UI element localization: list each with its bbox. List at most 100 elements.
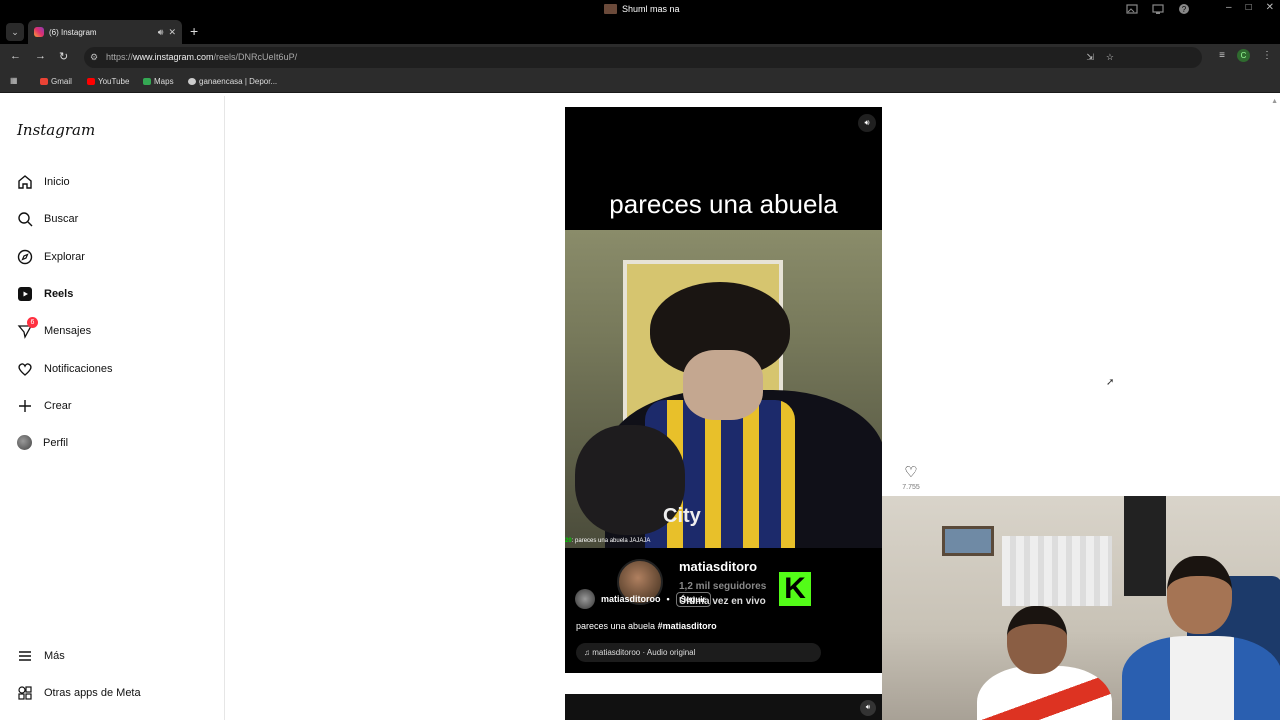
sidebar-item-label: Perfil xyxy=(43,436,69,449)
close-window-button[interactable]: ✕ xyxy=(1266,2,1274,13)
author-avatar[interactable] xyxy=(575,589,595,609)
bookmark-youtube[interactable]: YouTube xyxy=(87,77,129,86)
instagram-favicon-icon xyxy=(34,27,44,37)
sidebar-item-reels[interactable]: Reels xyxy=(17,286,73,302)
sidebar-item-label: Otras apps de Meta xyxy=(44,687,141,699)
url-host: www.instagram.com xyxy=(133,52,214,62)
sidebar-item-crear[interactable]: Crear xyxy=(17,398,72,414)
browser-toolbar: ← → ↻ ⚙︎ https://www.instagram.com/reels… xyxy=(0,44,1280,71)
titlebar-tools: ? xyxy=(1126,3,1190,15)
sidebar-item-label: Mensajes xyxy=(44,325,92,337)
bookmark-label: Maps xyxy=(154,77,174,86)
bookmark-ganaencasa[interactable]: ganaencasa | Depor... xyxy=(188,77,277,86)
url-path: /reels/DNRcUeIt6uP/ xyxy=(213,52,298,62)
audio-pill[interactable]: ♫ matiasditoroo · Audio original xyxy=(576,643,821,662)
instagram-logo[interactable]: Instagram xyxy=(17,121,95,139)
sidebar-item-label: Inicio xyxy=(44,176,70,188)
tab-close-icon[interactable]: ✕ xyxy=(168,27,176,38)
tab-title: (6) Instagram xyxy=(49,27,97,37)
home-icon xyxy=(17,174,33,190)
youtube-icon xyxy=(87,78,95,85)
like-heart-icon[interactable]: ♡ xyxy=(902,463,920,481)
apps-icon xyxy=(17,685,33,701)
tab-instagram[interactable]: (6) Instagram 🔊︎ ✕ xyxy=(28,20,182,44)
reel-player[interactable]: 🔊︎ pareces una abuela City 20: pareces u… xyxy=(565,107,882,673)
address-bar[interactable]: ⚙︎ https://www.instagram.com/reels/DNRcU… xyxy=(84,47,1202,68)
instagram-sidebar: Instagram Inicio Buscar Explorar Reels 6… xyxy=(0,96,225,720)
sidebar-item-notificaciones[interactable]: Notificaciones xyxy=(17,361,112,377)
follow-button[interactable]: Seguir xyxy=(675,591,711,607)
sidebar-item-label: Más xyxy=(44,650,65,662)
like-count: 7.755 xyxy=(902,484,920,491)
webcam-overlay xyxy=(882,496,1280,720)
notification-badge: 6 xyxy=(27,317,38,328)
sidebar-item-otras-apps[interactable]: Otras apps de Meta xyxy=(17,685,141,701)
globe-icon xyxy=(188,78,196,85)
person-left-shirt xyxy=(977,666,1112,720)
search-icon xyxy=(17,211,33,227)
avatar xyxy=(17,435,32,450)
volume-icon[interactable]: 🔊︎ xyxy=(858,114,876,132)
bookmark-star-icon[interactable]: ☆ xyxy=(1106,47,1114,68)
sidebar-item-mensajes[interactable]: 6 Mensajes xyxy=(17,317,92,339)
sidebar-item-perfil[interactable]: Perfil xyxy=(17,435,68,450)
stream-chat-line: 20: pareces una abuela JAJAJA xyxy=(565,538,650,544)
install-app-icon[interactable]: ⇲ xyxy=(1086,47,1094,68)
sidebar-item-inicio[interactable]: Inicio xyxy=(17,174,70,190)
sidebar-item-label: Crear xyxy=(44,400,72,412)
bookmark-label: Gmail xyxy=(51,77,72,86)
next-reel-preview[interactable]: 🔊︎ xyxy=(565,694,882,720)
reel-video-frame[interactable]: City xyxy=(565,230,882,548)
maps-icon xyxy=(143,78,151,85)
bookmark-gmail[interactable]: Gmail xyxy=(40,77,72,86)
tab-bar: ⌄ (6) Instagram 🔊︎ ✕ + xyxy=(0,20,1280,44)
reel-top-caption: pareces una abuela xyxy=(609,189,838,219)
mouse-cursor-icon: ➚ xyxy=(1106,377,1115,388)
reels-icon xyxy=(17,286,33,302)
site-info-icon[interactable]: ⚙︎ xyxy=(90,47,98,68)
chat-text: : pareces una abuela JAJAJA xyxy=(571,538,651,544)
profile-avatar[interactable]: C xyxy=(1237,49,1250,62)
volume-icon[interactable]: 🔊︎ xyxy=(860,700,876,716)
sidebar-item-buscar[interactable]: Buscar xyxy=(17,211,78,227)
author-name[interactable]: matiasditoroo xyxy=(601,594,661,604)
sidebar-item-label: Explorar xyxy=(44,251,85,263)
browser-menu-icon[interactable]: ⋮ xyxy=(1262,50,1272,61)
video-person-face xyxy=(683,350,763,420)
reload-icon[interactable]: ↻ xyxy=(59,50,68,63)
person-right-shirt xyxy=(1122,636,1280,720)
heart-icon xyxy=(17,361,33,377)
compass-icon xyxy=(17,249,33,265)
media-controls-icon[interactable]: ≡ xyxy=(1219,50,1225,61)
tab-search-button[interactable]: ⌄ xyxy=(6,23,24,41)
streamer-name: matiasditoro xyxy=(679,559,758,574)
cast-icon[interactable] xyxy=(1152,3,1164,15)
minimize-button[interactable]: – xyxy=(1226,2,1232,13)
apps-grid-icon[interactable]: ▦ xyxy=(10,76,18,85)
person-left-head xyxy=(1007,606,1067,674)
webcam-person-left xyxy=(967,606,1117,720)
media-icon[interactable] xyxy=(1126,3,1138,15)
person-right-head xyxy=(1167,556,1232,634)
new-tab-button[interactable]: + xyxy=(190,23,198,39)
url-prefix: https:// xyxy=(106,52,134,62)
maximize-button[interactable]: □ xyxy=(1246,2,1252,13)
scroll-up-icon[interactable]: ▲ xyxy=(1271,98,1278,105)
forward-icon[interactable]: → xyxy=(35,50,46,62)
back-icon[interactable]: ← xyxy=(10,50,21,62)
window-title-group: Shuml mas na xyxy=(604,4,680,14)
tab-audio-icon[interactable]: 🔊︎ xyxy=(158,27,164,38)
kick-logo-icon: K xyxy=(779,572,811,606)
webcam-person-right xyxy=(1107,556,1280,720)
sidebar-item-explorar[interactable]: Explorar xyxy=(17,249,85,265)
bookmark-maps[interactable]: Maps xyxy=(143,77,174,86)
svg-text:?: ? xyxy=(1182,5,1187,14)
menu-icon xyxy=(17,648,33,664)
sidebar-item-mas[interactable]: Más xyxy=(17,648,65,664)
toolbar-right: ≡ C ⋮ xyxy=(1219,49,1272,62)
hashtag-link[interactable]: #matiasditoro xyxy=(658,621,717,631)
window-titlebar: Shuml mas na ? – □ ✕ xyxy=(0,0,1280,20)
video-shirt-text: City xyxy=(663,505,701,527)
plus-icon xyxy=(17,398,33,414)
help-icon[interactable]: ? xyxy=(1178,3,1190,15)
